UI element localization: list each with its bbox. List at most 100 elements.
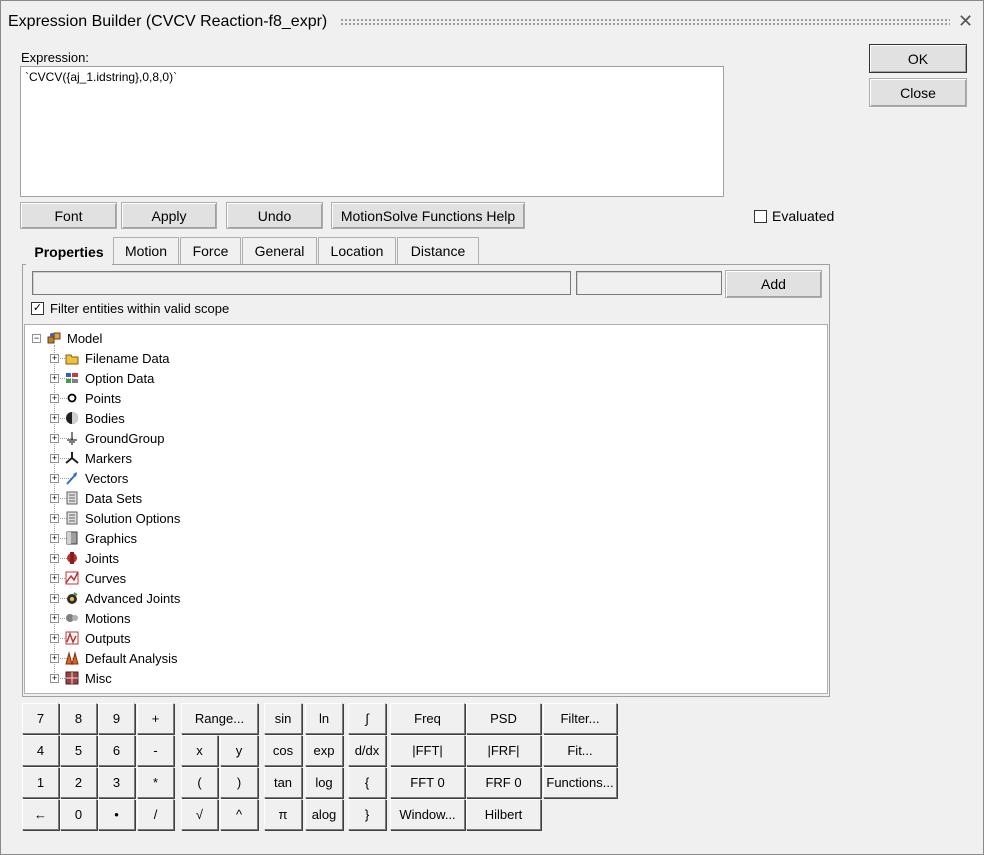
- frf-mag-button[interactable]: |FRF|: [466, 735, 541, 766]
- key-decimal[interactable]: •: [98, 799, 135, 830]
- derivative-icon[interactable]: d/dx: [348, 735, 386, 766]
- expand-icon[interactable]: +: [50, 574, 59, 583]
- key-divide[interactable]: /: [137, 799, 174, 830]
- filter-scope-checkbox[interactable]: ✓: [31, 302, 44, 315]
- expand-icon[interactable]: +: [50, 594, 59, 603]
- entity-secondary-input[interactable]: [576, 271, 722, 295]
- expand-icon[interactable]: +: [50, 434, 59, 443]
- expand-icon[interactable]: +: [50, 354, 59, 363]
- key-0[interactable]: 0: [60, 799, 97, 830]
- key-tan[interactable]: tan: [264, 767, 302, 798]
- tree-item[interactable]: Advanced Joints: [85, 588, 180, 608]
- tab-location[interactable]: Location: [318, 237, 396, 264]
- entity-tree[interactable]: − Model + Filename Data + Option Data + Point…: [24, 324, 828, 694]
- expand-icon[interactable]: +: [50, 414, 59, 423]
- expand-icon[interactable]: +: [50, 554, 59, 563]
- expand-icon[interactable]: +: [50, 474, 59, 483]
- add-button[interactable]: Add: [725, 270, 822, 298]
- tree-item[interactable]: Markers: [85, 448, 132, 468]
- evaluated-checkbox[interactable]: [754, 210, 767, 223]
- window-button[interactable]: Window...: [390, 799, 465, 830]
- sqrt-icon[interactable]: √: [181, 799, 218, 830]
- expand-icon[interactable]: +: [50, 674, 59, 683]
- expand-icon[interactable]: +: [50, 514, 59, 523]
- tree-item[interactable]: Curves: [85, 568, 126, 588]
- fit-button[interactable]: Fit...: [543, 735, 617, 766]
- key-backspace[interactable]: ←: [22, 799, 59, 830]
- undo-button[interactable]: Undo: [226, 202, 323, 229]
- tree-item[interactable]: Motions: [85, 608, 131, 628]
- ok-button[interactable]: OK: [869, 44, 967, 73]
- psd-button[interactable]: PSD: [466, 703, 541, 734]
- key-multiply[interactable]: *: [137, 767, 174, 798]
- key-7[interactable]: 7: [22, 703, 59, 734]
- key-5[interactable]: 5: [60, 735, 97, 766]
- expand-icon[interactable]: +: [50, 614, 59, 623]
- title-bar-grip[interactable]: [340, 18, 950, 27]
- functions-button[interactable]: Functions...: [543, 767, 617, 798]
- key-open-brace[interactable]: {: [348, 767, 386, 798]
- key-6[interactable]: 6: [98, 735, 135, 766]
- key-close-paren[interactable]: ): [220, 767, 258, 798]
- key-log[interactable]: log: [305, 767, 343, 798]
- tree-item[interactable]: Data Sets: [85, 488, 142, 508]
- key-power[interactable]: ^: [220, 799, 258, 830]
- tree-item[interactable]: Misc: [85, 668, 112, 688]
- tree-item[interactable]: Bodies: [85, 408, 125, 428]
- expand-icon[interactable]: +: [50, 394, 59, 403]
- key-1[interactable]: 1: [22, 767, 59, 798]
- key-ln[interactable]: ln: [305, 703, 343, 734]
- hilbert-button[interactable]: Hilbert: [466, 799, 541, 830]
- key-close-brace[interactable]: }: [348, 799, 386, 830]
- tree-item[interactable]: Default Analysis: [85, 648, 178, 668]
- key-9[interactable]: 9: [98, 703, 135, 734]
- range-button[interactable]: Range...: [181, 703, 258, 734]
- expand-icon[interactable]: +: [50, 374, 59, 383]
- expand-icon[interactable]: +: [50, 534, 59, 543]
- frf-phase-button[interactable]: FRF 0: [466, 767, 541, 798]
- motionsolve-help-button[interactable]: MotionSolve Functions Help: [331, 202, 525, 229]
- collapse-root-icon[interactable]: −: [32, 334, 41, 343]
- tree-item[interactable]: Joints: [85, 548, 119, 568]
- key-sin[interactable]: sin: [264, 703, 302, 734]
- tree-root-model[interactable]: Model: [67, 328, 102, 348]
- key-alog[interactable]: alog: [305, 799, 343, 830]
- expand-icon[interactable]: +: [50, 634, 59, 643]
- filter-button[interactable]: Filter...: [543, 703, 617, 734]
- key-cos[interactable]: cos: [264, 735, 302, 766]
- key-x[interactable]: x: [181, 735, 218, 766]
- entity-search-input[interactable]: [32, 271, 571, 295]
- tab-motion[interactable]: Motion: [113, 237, 179, 264]
- tree-item[interactable]: Outputs: [85, 628, 131, 648]
- tree-item[interactable]: Graphics: [85, 528, 137, 548]
- close-button[interactable]: Close: [869, 78, 967, 107]
- tab-general[interactable]: General: [242, 237, 317, 264]
- expression-field[interactable]: `CVCV({aj_1.idstring},0,8,0)`: [20, 66, 724, 197]
- tree-item[interactable]: Option Data: [85, 368, 154, 388]
- tab-distance[interactable]: Distance: [397, 237, 479, 264]
- fft-mag-button[interactable]: |FFT|: [390, 735, 465, 766]
- tree-item[interactable]: Vectors: [85, 468, 128, 488]
- tab-force[interactable]: Force: [180, 237, 241, 264]
- tab-properties[interactable]: Properties: [26, 236, 112, 266]
- key-8[interactable]: 8: [60, 703, 97, 734]
- key-minus[interactable]: -: [137, 735, 174, 766]
- expand-icon[interactable]: +: [50, 454, 59, 463]
- key-2[interactable]: 2: [60, 767, 97, 798]
- key-y[interactable]: y: [220, 735, 258, 766]
- key-4[interactable]: 4: [22, 735, 59, 766]
- integral-icon[interactable]: ∫: [348, 703, 386, 734]
- key-plus[interactable]: +: [137, 703, 174, 734]
- expand-icon[interactable]: +: [50, 494, 59, 503]
- freq-button[interactable]: Freq: [390, 703, 465, 734]
- fft-phase-button[interactable]: FFT 0: [390, 767, 465, 798]
- tree-item[interactable]: Points: [85, 388, 121, 408]
- pi-icon[interactable]: π: [264, 799, 302, 830]
- tree-item[interactable]: GroundGroup: [85, 428, 165, 448]
- key-3[interactable]: 3: [98, 767, 135, 798]
- apply-button[interactable]: Apply: [121, 202, 217, 229]
- key-open-paren[interactable]: (: [181, 767, 218, 798]
- font-button[interactable]: Font: [20, 202, 117, 229]
- close-icon[interactable]: ✕: [958, 12, 973, 30]
- tree-item[interactable]: Filename Data: [85, 348, 170, 368]
